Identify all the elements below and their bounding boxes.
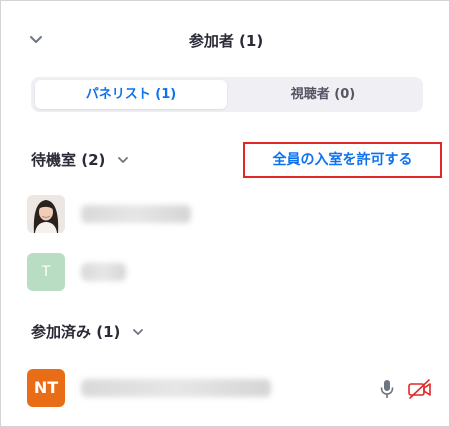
participant-tabs: パネリスト (1) 視聴者 (0): [31, 77, 423, 112]
waiting-room-header[interactable]: 待機室 (2): [31, 149, 129, 170]
participants-panel: 参加者 (1) パネリスト (1) 視聴者 (0) 待機室 (2) 全員の入室を…: [0, 0, 450, 427]
admit-all-button[interactable]: 全員の入室を許可する: [243, 142, 442, 178]
panel-title: 参加者 (1): [188, 32, 264, 50]
avatar: [27, 195, 65, 233]
waiting-attendee-row[interactable]: [1, 192, 450, 236]
profile-photo-icon: [27, 195, 65, 233]
waiting-attendee-row[interactable]: T: [1, 250, 450, 294]
panel-header: 参加者 (1): [1, 21, 450, 59]
blurred-name: [81, 379, 271, 397]
waiting-room-label: 待機室 (2): [31, 151, 106, 169]
avatar: NT: [27, 369, 65, 407]
joined-header[interactable]: 参加済み (1): [31, 321, 144, 342]
joined-label: 参加済み (1): [31, 323, 121, 341]
chevron-down-icon: [132, 329, 143, 335]
avatar: T: [27, 253, 65, 291]
tab-attendees[interactable]: 視聴者 (0): [227, 80, 419, 109]
blurred-name: [81, 263, 126, 281]
joined-attendee-row[interactable]: NT: [1, 366, 450, 410]
tab-panelists[interactable]: パネリスト (1): [35, 80, 227, 109]
blurred-name: [81, 205, 191, 223]
chevron-down-icon: [117, 157, 128, 163]
microphone-icon[interactable]: [379, 379, 395, 399]
video-off-icon[interactable]: [407, 379, 433, 399]
